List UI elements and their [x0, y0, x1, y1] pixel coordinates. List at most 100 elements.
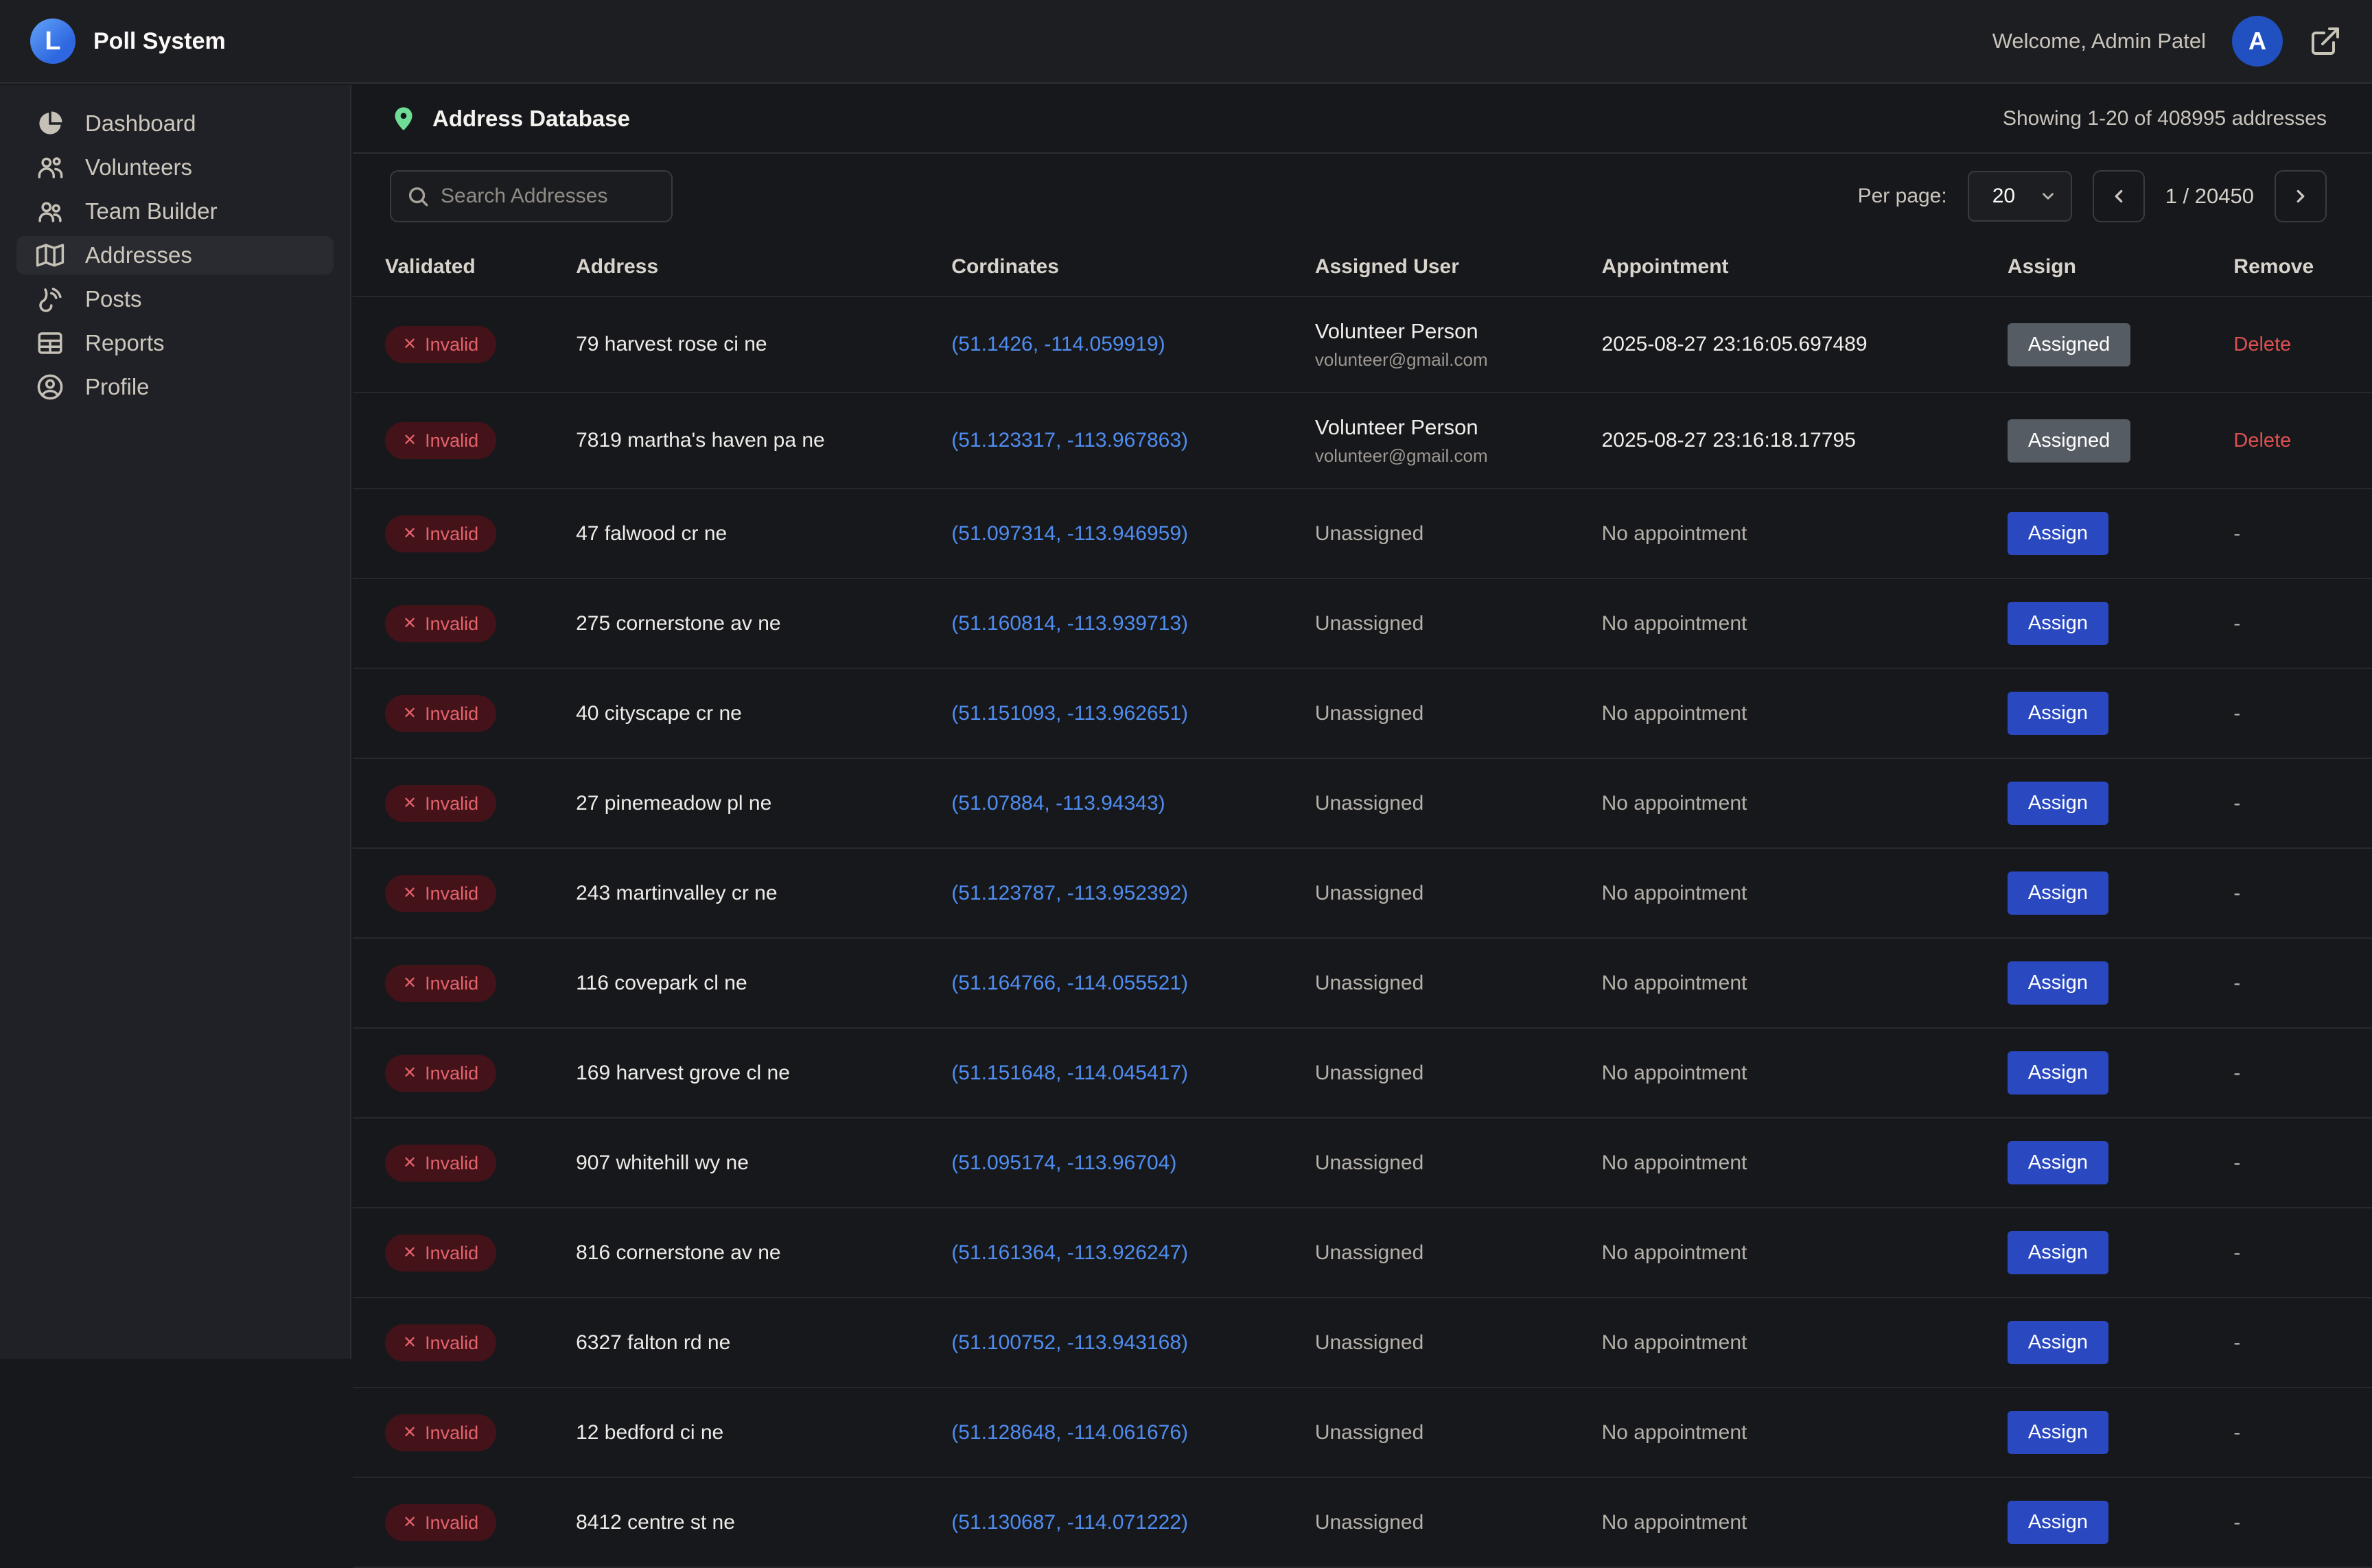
coordinates-link[interactable]: (51.128648, -114.061676) — [951, 1421, 1188, 1444]
coordinates-link[interactable]: (51.151648, -114.045417) — [951, 1062, 1188, 1084]
remove-placeholder: - — [2233, 612, 2240, 635]
sidebar-item-label: Addresses — [85, 242, 192, 268]
assign-button[interactable]: Assign — [2008, 871, 2108, 915]
main-content: Address Database Showing 1-20 of 408995 … — [353, 85, 2372, 1568]
assigned-button[interactable]: Assigned — [2008, 419, 2130, 463]
table-row: ✕ Invalid 275 cornerstone av ne (51.1608… — [353, 578, 2372, 668]
coordinates-link[interactable]: (51.130687, -114.071222) — [951, 1511, 1188, 1534]
coordinates-link[interactable]: (51.123787, -113.952392) — [951, 882, 1188, 904]
assign-button[interactable]: Assign — [2008, 692, 2108, 735]
appointment-cell: No appointment — [1602, 1388, 2008, 1477]
app-title: Poll System — [93, 28, 226, 55]
appointment-cell: 2025-08-27 23:16:18.17795 — [1602, 393, 2008, 489]
chevron-right-icon — [2290, 186, 2311, 207]
assign-cell: Assigned — [2008, 393, 2234, 489]
assign-button[interactable]: Assign — [2008, 602, 2108, 645]
validated-cell: ✕ Invalid — [353, 1028, 576, 1118]
coordinates-link[interactable]: (51.161364, -113.926247) — [951, 1241, 1188, 1264]
assign-button[interactable]: Assign — [2008, 512, 2108, 555]
assign-button[interactable]: Assign — [2008, 1411, 2108, 1454]
delete-link[interactable]: Delete — [2233, 334, 2291, 355]
assigned-user-cell: Unassigned — [1315, 578, 1602, 668]
coordinates-link[interactable]: (51.097314, -113.946959) — [951, 522, 1188, 545]
column-header-address: Address — [576, 238, 951, 296]
assigned-user-cell: Volunteer Person volunteer@gmail.com — [1315, 393, 1602, 489]
coordinates-cell: (51.151093, -113.962651) — [951, 668, 1315, 758]
chevron-down-icon — [2039, 187, 2057, 205]
assigned-user-name: Unassigned — [1315, 1062, 1423, 1084]
prev-page-button[interactable] — [2093, 170, 2145, 222]
assign-cell: Assign — [2008, 1388, 2234, 1477]
coordinates-cell: (51.1426, -114.059919) — [951, 296, 1315, 393]
assign-button[interactable]: Assign — [2008, 1321, 2108, 1364]
sidebar-item-dashboard[interactable]: Dashboard — [16, 104, 334, 143]
coordinates-link[interactable]: (51.160814, -113.939713) — [951, 612, 1188, 635]
validated-cell: ✕ Invalid — [353, 758, 576, 848]
next-page-button[interactable] — [2275, 170, 2327, 222]
validated-cell: ✕ Invalid — [353, 938, 576, 1028]
report-grid-icon — [36, 329, 65, 358]
assigned-user-cell: Unassigned — [1315, 1208, 1602, 1298]
x-icon: ✕ — [403, 611, 417, 636]
appointment-cell: No appointment — [1602, 1298, 2008, 1388]
assigned-user-cell: Unassigned — [1315, 758, 1602, 848]
search-input[interactable] — [441, 185, 656, 208]
coordinates-link[interactable]: (51.095174, -113.96704) — [951, 1151, 1176, 1174]
remove-placeholder: - — [2233, 522, 2240, 545]
assigned-button[interactable]: Assigned — [2008, 323, 2130, 366]
assign-cell: Assigned — [2008, 296, 2234, 393]
remove-cell: - — [2233, 1298, 2372, 1388]
assign-button[interactable]: Assign — [2008, 1141, 2108, 1184]
assign-button[interactable]: Assign — [2008, 782, 2108, 825]
invalid-badge: ✕ Invalid — [385, 422, 496, 459]
sidebar-item-profile[interactable]: Profile — [16, 368, 334, 406]
table-row: ✕ Invalid 243 martinvalley cr ne (51.123… — [353, 848, 2372, 938]
remove-placeholder: - — [2233, 972, 2240, 994]
location-pin-icon — [390, 105, 417, 132]
x-icon: ✕ — [403, 1241, 417, 1265]
coordinates-link[interactable]: (51.07884, -113.94343) — [951, 792, 1165, 815]
avatar[interactable]: A — [2232, 16, 2283, 67]
invalid-badge: ✕ Invalid — [385, 965, 496, 1002]
x-icon: ✕ — [403, 1061, 417, 1086]
validated-cell: ✕ Invalid — [353, 393, 576, 489]
sidebar-item-posts[interactable]: Posts — [16, 280, 334, 318]
coordinates-cell: (51.151648, -114.045417) — [951, 1028, 1315, 1118]
map-icon — [36, 241, 65, 270]
delete-link[interactable]: Delete — [2233, 430, 2291, 452]
assign-button[interactable]: Assign — [2008, 1231, 2108, 1274]
assign-cell: Assign — [2008, 1118, 2234, 1208]
assigned-user-cell: Unassigned — [1315, 938, 1602, 1028]
assign-cell: Assign — [2008, 578, 2234, 668]
sidebar-item-addresses[interactable]: Addresses — [16, 236, 334, 274]
sidebar-item-label: Dashboard — [85, 110, 196, 137]
assign-button[interactable]: Assign — [2008, 1051, 2108, 1095]
coordinates-link[interactable]: (51.123317, -113.967863) — [951, 429, 1188, 452]
sidebar-item-team-builder[interactable]: Team Builder — [16, 192, 334, 231]
coordinates-link[interactable]: (51.100752, -113.943168) — [951, 1331, 1188, 1354]
coordinates-cell: (51.07884, -113.94343) — [951, 758, 1315, 848]
table-header-row: ValidatedAddressCordinatesAssigned UserA… — [353, 238, 2372, 296]
assigned-user-name: Unassigned — [1315, 1241, 1423, 1264]
coordinates-link[interactable]: (51.164766, -114.055521) — [951, 972, 1188, 994]
coordinates-cell: (51.128648, -114.061676) — [951, 1388, 1315, 1477]
column-header-assigned-user: Assigned User — [1315, 238, 1602, 296]
sidebar-item-volunteers[interactable]: Volunteers — [16, 148, 334, 187]
invalid-badge: ✕ Invalid — [385, 1414, 496, 1451]
assigned-user-name: Volunteer Person — [1315, 318, 1585, 345]
remove-cell: Delete — [2233, 296, 2372, 393]
assign-button[interactable]: Assign — [2008, 1501, 2108, 1544]
column-header-assign: Assign — [2008, 238, 2234, 296]
external-link-icon[interactable] — [2309, 25, 2342, 58]
per-page-select[interactable]: 20 — [1968, 171, 2072, 222]
assign-cell: Assign — [2008, 1028, 2234, 1118]
appointment-cell: No appointment — [1602, 1118, 2008, 1208]
address-cell: 243 martinvalley cr ne — [576, 848, 951, 938]
assign-button[interactable]: Assign — [2008, 961, 2108, 1005]
validated-cell: ✕ Invalid — [353, 1208, 576, 1298]
coordinates-link[interactable]: (51.151093, -113.962651) — [951, 702, 1188, 725]
x-icon: ✕ — [403, 522, 417, 546]
coordinates-link[interactable]: (51.1426, -114.059919) — [951, 333, 1165, 355]
sidebar-item-reports[interactable]: Reports — [16, 324, 334, 362]
invalid-badge: ✕ Invalid — [385, 1504, 496, 1541]
